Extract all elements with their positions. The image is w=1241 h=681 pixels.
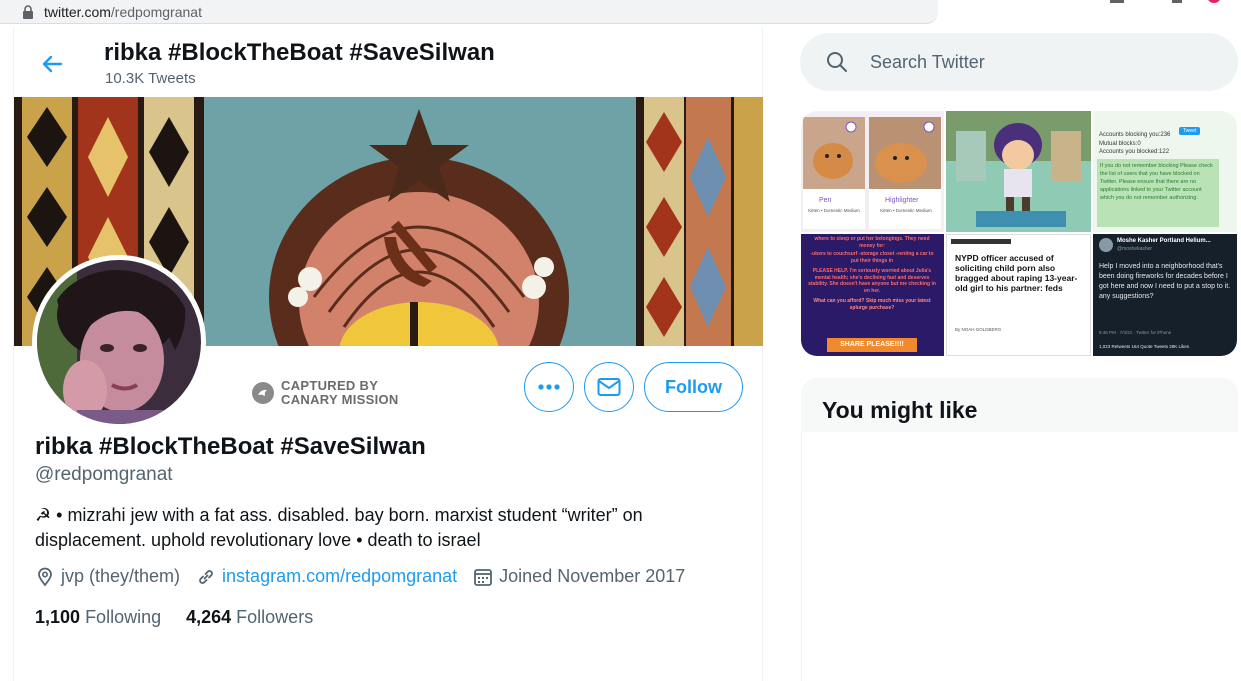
tweet-handle: @moshekasher bbox=[1117, 246, 1153, 252]
profile-display-name: ribka #BlockTheBoat #SaveSilwan bbox=[35, 433, 426, 460]
might-like-body bbox=[801, 432, 1238, 681]
news-byline: By NOAH GOLDBERG bbox=[955, 327, 1002, 332]
following-count: 1,100 bbox=[35, 607, 81, 627]
browser-toolbar-right bbox=[938, 0, 1241, 24]
profile-joined: Joined November 2017 bbox=[473, 566, 685, 587]
followers-label: Followers bbox=[236, 607, 314, 627]
media-card-sub: Kitten • Domestic Medium bbox=[880, 208, 932, 213]
media-tile[interactable]: NYPD officer accused of soliciting child… bbox=[946, 234, 1091, 356]
search-bar[interactable] bbox=[800, 33, 1238, 91]
url-domain: twitter.com bbox=[44, 4, 111, 20]
profile-handle: @redpomgranat bbox=[35, 464, 173, 485]
profile-avatar[interactable] bbox=[32, 255, 206, 429]
profile-bio: ☭ • mizrahi jew with a fat ass. disabled… bbox=[35, 505, 643, 550]
browser-address-bar[interactable]: twitter.com/redpomgranat bbox=[0, 0, 938, 24]
arrow-left-icon bbox=[42, 55, 63, 73]
media-tile[interactable]: Pen Highlighter Kitten • Domestic Medium… bbox=[801, 111, 944, 232]
following-stat[interactable]: 1,100 Following bbox=[35, 607, 161, 628]
header-tweet-count: 10.3K Tweets bbox=[105, 70, 196, 87]
back-button[interactable] bbox=[36, 48, 68, 80]
media-tweet-button: Tweet bbox=[1179, 127, 1201, 135]
more-options-button[interactable] bbox=[524, 362, 574, 412]
profile-stats: 1,100 Following 4,264 Followers bbox=[35, 607, 338, 628]
profile-location: jvp (they/them) bbox=[35, 566, 180, 587]
media-text-line: where to sleep or put her belongings. Th… bbox=[814, 236, 930, 249]
tweet-time: 6:46 PM · 7/4/21 · Twitter for iPhone bbox=[1099, 330, 1172, 335]
website-link[interactable]: instagram.com/redpomgranat bbox=[222, 566, 457, 587]
media-tile[interactable]: Moshe Kasher Portland Helium... @mosheka… bbox=[1093, 234, 1237, 356]
media-green-box: If you do not remember blocking Please c… bbox=[1097, 159, 1219, 227]
tweet-stats: 1,023 Retweets 164 Quote Tweets 28K Like… bbox=[1099, 344, 1189, 349]
canary-mission-icon bbox=[252, 382, 274, 404]
media-text-line: What can you afford? Skip much miss your… bbox=[813, 298, 931, 311]
media-tile[interactable]: where to sleep or put her belongings. Th… bbox=[801, 234, 944, 356]
media-share-label: SHARE PLEASE!!!! bbox=[827, 338, 917, 352]
header-display-name: ribka #BlockTheBoat #SaveSilwan bbox=[104, 39, 495, 66]
followers-count: 4,264 bbox=[186, 607, 232, 627]
who-to-follow-panel: You might like bbox=[801, 378, 1238, 681]
profile-header-bar: ribka #BlockTheBoat #SaveSilwan 10.3K Tw… bbox=[14, 28, 763, 96]
profile-icon[interactable] bbox=[1204, 0, 1224, 4]
media-tile[interactable]: Accounts blocking you:236 Mutual blocks:… bbox=[1093, 111, 1237, 232]
media-text-line: Accounts you blocked:122 bbox=[1099, 149, 1170, 155]
news-header-bar bbox=[951, 239, 1011, 244]
search-input[interactable] bbox=[870, 48, 1210, 76]
captured-line1: CAPTURED BY bbox=[281, 378, 379, 393]
more-dots-icon bbox=[538, 384, 560, 390]
link-icon bbox=[199, 569, 213, 584]
media-text-line: -ubers to couchsurf -storage closet -ren… bbox=[810, 251, 934, 264]
media-text-line: PLEASE HELP. I'm seriously worried about… bbox=[808, 268, 936, 294]
profile-website[interactable]: instagram.com/redpomgranat bbox=[196, 566, 457, 587]
profile-meta: jvp (they/them) instagram.com/redpomgran… bbox=[35, 566, 701, 587]
media-card-sub: Kitten • Domestic Medium bbox=[808, 208, 860, 213]
media-tile[interactable] bbox=[946, 111, 1091, 232]
url-path: /redpomgranat bbox=[110, 4, 202, 20]
calendar-icon bbox=[474, 568, 493, 586]
news-headline: NYPD officer accused of soliciting child… bbox=[955, 253, 1078, 293]
followers-stat[interactable]: 4,264 Followers bbox=[186, 607, 313, 628]
lock-icon bbox=[22, 5, 34, 19]
address-url[interactable]: twitter.com/redpomgranat bbox=[44, 4, 202, 20]
toolbar-icon[interactable] bbox=[1172, 0, 1182, 3]
might-like-title: You might like bbox=[822, 397, 978, 423]
tweet-text: Help I moved into a neighborhood that's … bbox=[1099, 263, 1231, 300]
joined-text: Joined November 2017 bbox=[499, 566, 686, 586]
media-card-label: Highlighter bbox=[885, 197, 919, 204]
media-text-line: Accounts blocking you:236 bbox=[1099, 132, 1171, 138]
media-card-label: Pen bbox=[819, 197, 832, 204]
captured-badge: CAPTURED BY CANARY MISSION bbox=[251, 379, 399, 407]
location-pin-icon bbox=[38, 567, 52, 586]
tweet-author: Moshe Kasher Portland Helium... bbox=[1117, 238, 1211, 244]
captured-line2: CANARY MISSION bbox=[281, 392, 399, 407]
following-label: Following bbox=[85, 607, 162, 627]
media-text-line: Mutual blocks:0 bbox=[1099, 140, 1141, 147]
envelope-icon bbox=[597, 378, 621, 396]
profile-column: ribka #BlockTheBoat #SaveSilwan 10.3K Tw… bbox=[13, 28, 763, 681]
media-grid: Pen Highlighter Kitten • Domestic Medium… bbox=[801, 111, 1237, 356]
menu-icon[interactable] bbox=[1110, 0, 1124, 3]
follow-button[interactable]: Follow bbox=[644, 362, 743, 412]
message-button[interactable] bbox=[584, 362, 634, 412]
search-icon bbox=[827, 52, 847, 72]
location-text: jvp (they/them) bbox=[61, 566, 181, 586]
